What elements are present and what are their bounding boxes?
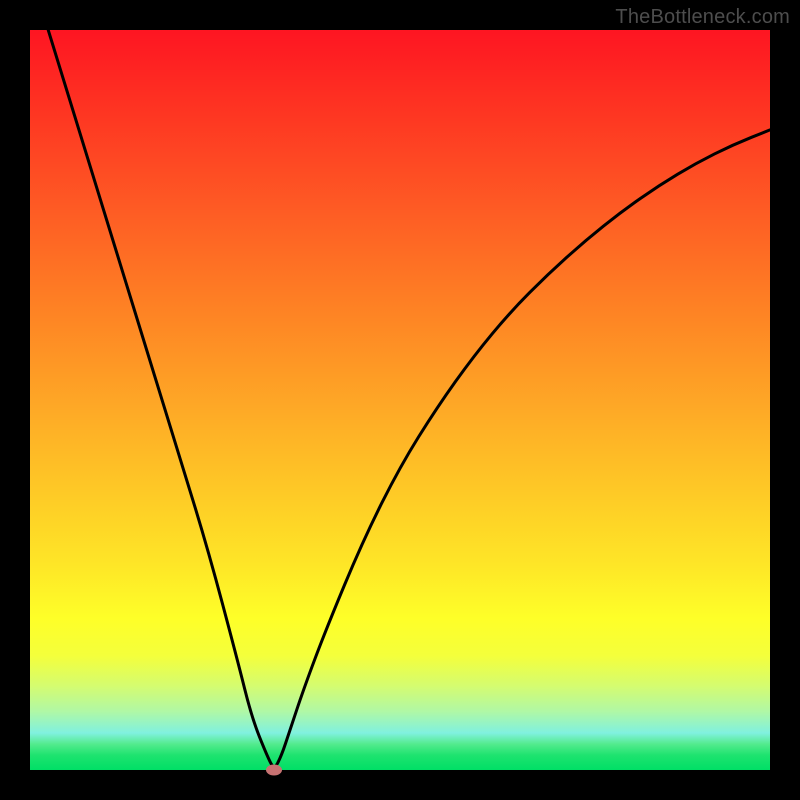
optimum-marker — [266, 765, 282, 776]
curve-path — [30, 0, 770, 766]
bottleneck-curve — [30, 30, 770, 770]
plot-area — [30, 30, 770, 770]
chart-frame: TheBottleneck.com — [0, 0, 800, 800]
watermark-text: TheBottleneck.com — [615, 6, 790, 29]
